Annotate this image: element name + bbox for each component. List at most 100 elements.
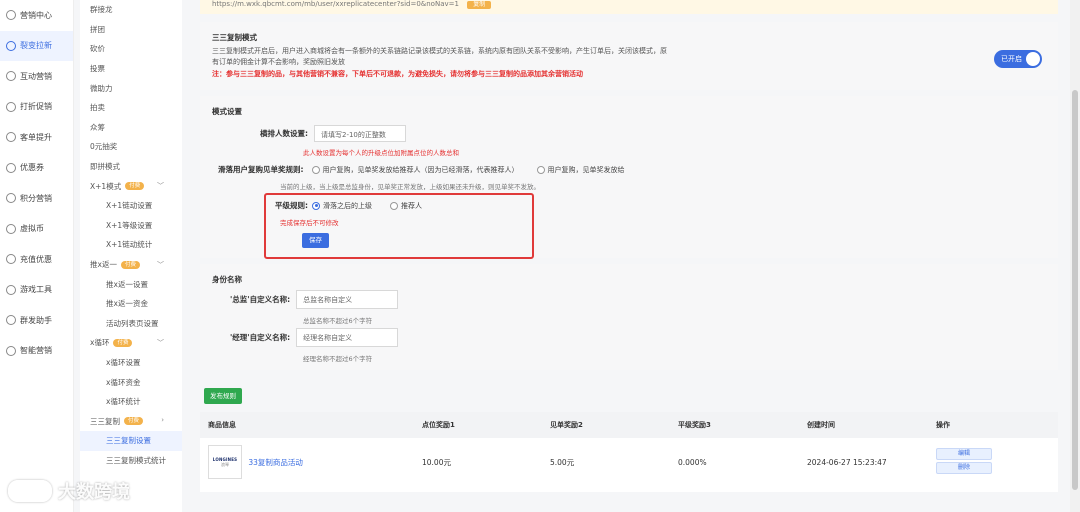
page-scrollbar[interactable]: [1070, 0, 1080, 512]
slide-option-2[interactable]: 用户复购，见单奖发放给: [536, 165, 625, 175]
subnav-item[interactable]: 推x返一设置: [80, 274, 182, 294]
level-label: 平级规则:: [275, 201, 308, 210]
paid-badge: 付费: [125, 182, 145, 191]
subnav-item[interactable]: x循环资金: [80, 372, 182, 392]
subnav-label: 砍价: [90, 44, 105, 54]
nav-item-label: 打折促销: [20, 102, 52, 112]
radio-button[interactable]: [390, 201, 398, 210]
subnav-label: 推x返一设置: [106, 279, 148, 289]
nav-item-label: 优惠券: [20, 163, 44, 173]
nav-item-label: 客单提升: [20, 132, 52, 142]
level-option-1[interactable]: 滑落之后的上级: [312, 201, 372, 211]
nav-item-label: 充值优惠: [20, 254, 52, 264]
game-icon: [6, 284, 16, 295]
subnav-item[interactable]: 0元抽奖: [80, 137, 182, 157]
subnav-label: 三三复制模式统计: [106, 455, 166, 465]
subnav-label: X+1链动统计: [106, 240, 153, 250]
subnav-label: 投票: [90, 64, 105, 74]
subnav-label: 微助力: [90, 83, 113, 93]
app-root: 营销中心 裂变拉新 互动营销 打折促销 客单提升 优惠券 积分营销 虚拟币 充值…: [0, 0, 1080, 512]
scrollbar-thumb[interactable]: [1072, 90, 1078, 490]
subnav-item[interactable]: 活动列表页设置: [80, 314, 182, 334]
intro-title: 三三复制模式: [212, 33, 257, 42]
director-hint-row: 总监名称不超过6个字符: [303, 315, 372, 325]
nav-item-interactive[interactable]: 互动营销: [0, 61, 73, 92]
save-button[interactable]: 保存: [302, 233, 329, 248]
rank-hint: 此人数设置为每个人的升级点位加附属点位的人数总和: [303, 149, 459, 157]
slide-hint: 当前的上级，当上级是总监身份，见单奖正常发放，上级如果还未升级，则见单奖不发放。: [280, 183, 540, 191]
subnav-item[interactable]: X+1链动统计: [80, 235, 182, 255]
slide-rule-row: 滑落用户复购见单奖规则: 用户复购，见单奖发放给推荐人（因为已经滑落，代表推荐人…: [218, 164, 643, 175]
publish-rules-button[interactable]: 发布规则: [204, 388, 242, 404]
header-actions: 操作: [936, 421, 950, 429]
nav-item-recharge[interactable]: 充值优惠: [0, 244, 73, 275]
created-time-cell: 2024-06-27 15:23:47: [807, 457, 887, 467]
header-created: 创建时间: [807, 421, 835, 429]
director-row: '总监'自定义名称: 总监名称自定义: [230, 290, 399, 309]
nav-item-smart[interactable]: 智能营销: [0, 336, 73, 367]
subnav-group-x1[interactable]: X+1模式 付费 ﹀: [80, 176, 182, 196]
brand-logo-cn: 浪琴: [221, 461, 229, 467]
subnav-item[interactable]: 砍价: [80, 39, 182, 59]
subnav-group-333[interactable]: 三三复制 付费 ›: [80, 411, 182, 431]
reward-2-cell: 5.00元: [550, 457, 575, 467]
nav-item-fission[interactable]: 裂变拉新: [0, 30, 73, 61]
radio-button[interactable]: [536, 165, 545, 174]
subnav-item[interactable]: 群接龙: [80, 0, 182, 20]
url-text[interactable]: https://m.wxk.qbcmt.com/mb/user/xxreplic…: [212, 0, 459, 8]
nav-item-coupon[interactable]: 优惠券: [0, 153, 73, 184]
rank-input[interactable]: 请填写2-10的正整数: [314, 125, 406, 142]
delete-button[interactable]: 删除: [936, 462, 992, 474]
nav-item-marketing-center[interactable]: 营销中心: [0, 0, 73, 31]
subnav-label: 三三复制: [90, 416, 120, 426]
nav-item-label: 营销中心: [20, 10, 52, 20]
coupon-icon: [6, 162, 16, 173]
enable-toggle[interactable]: 已开启: [994, 50, 1042, 68]
level-option-2[interactable]: 推荐人: [390, 201, 422, 211]
table-row: LONGINES 浪琴 33复制商品活动 10.00元 5.00元 0.000%…: [200, 438, 1058, 486]
subnav-item[interactable]: 推x返一资金: [80, 294, 182, 314]
level-hint-row: 完成保存后不可修改: [280, 217, 339, 227]
header-reward-3: 平级奖励3: [678, 421, 711, 429]
cart-icon: [6, 132, 16, 143]
subnav-item[interactable]: x循环设置: [80, 353, 182, 373]
subnav-item-333-settings[interactable]: 三三复制设置: [80, 431, 182, 451]
subnav-item[interactable]: 拼团: [80, 20, 182, 40]
subnav-item[interactable]: x循环统计: [80, 392, 182, 412]
subnav-item[interactable]: 投票: [80, 59, 182, 79]
slide-option-1[interactable]: 用户复购，见单奖发放给推荐人（因为已经滑落，代表推荐人）: [311, 165, 519, 175]
subnav-item[interactable]: 众筹: [80, 118, 182, 138]
copy-button[interactable]: 复制: [467, 1, 492, 9]
nav-item-games[interactable]: 游戏工具: [0, 275, 73, 306]
nav-item-points[interactable]: 积分营销: [0, 183, 73, 214]
chevron-down-icon: ﹀: [157, 339, 164, 348]
subnav-item[interactable]: 即拼模式: [80, 157, 182, 177]
watermark-logo-icon: [8, 480, 52, 502]
radio-button-selected[interactable]: [312, 201, 320, 210]
paid-badge: 付费: [113, 338, 133, 347]
director-name-input[interactable]: 总监名称自定义: [296, 290, 399, 309]
mode-settings-card: 模式设置 横排人数设置: 请填写2-10的正整数 此人数设置为每个人的升级点位加…: [200, 96, 1058, 259]
subnav-item[interactable]: 拍卖: [80, 98, 182, 118]
megaphone-icon: [6, 10, 16, 21]
smart-icon: [6, 345, 16, 356]
product-link[interactable]: 33复制商品活动: [248, 458, 303, 467]
subnav-group-push-x[interactable]: 推x返一 付费 ﹀: [80, 255, 182, 275]
manager-name-input[interactable]: 经理名称自定义: [296, 328, 399, 347]
nav-item-order-boost[interactable]: 客单提升: [0, 122, 73, 153]
radio-button[interactable]: [311, 165, 320, 174]
edit-button[interactable]: 编辑: [936, 448, 992, 460]
nav-item-virtual-coin[interactable]: 虚拟币: [0, 214, 73, 245]
nav-item-label: 互动营销: [20, 71, 52, 81]
subnav-item[interactable]: 三三复制模式统计: [80, 451, 182, 471]
nav-item-label: 群发助手: [20, 315, 52, 325]
nav-item-discount[interactable]: 打折促销: [0, 92, 73, 123]
nav-item-broadcast[interactable]: 群发助手: [0, 305, 73, 336]
subnav-label: X+1模式: [90, 181, 122, 191]
subnav-item[interactable]: X+1等级设置: [80, 216, 182, 236]
subnav-group-x-loop[interactable]: x循环 付费 ﹀: [80, 333, 182, 353]
subnav-item[interactable]: 微助力: [80, 78, 182, 98]
subnav-label: 即拼模式: [90, 162, 120, 172]
subnav-item[interactable]: X+1链动设置: [80, 196, 182, 216]
broadcast-icon: [6, 315, 16, 326]
